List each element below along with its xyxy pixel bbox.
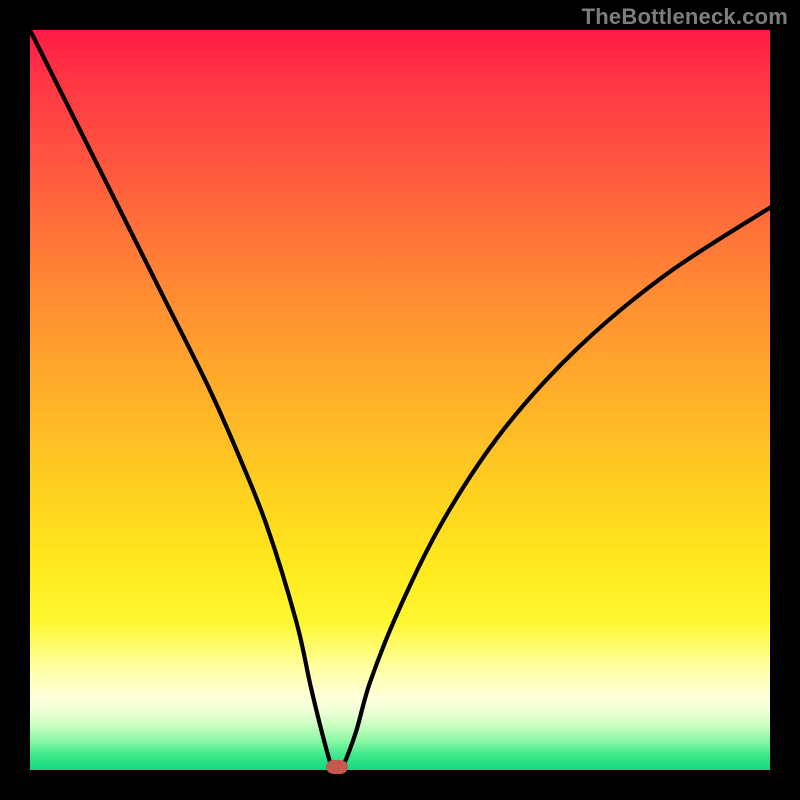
bottleneck-curve — [30, 30, 770, 770]
outer-frame: TheBottleneck.com — [0, 0, 800, 800]
plot-area — [30, 30, 770, 770]
watermark-text: TheBottleneck.com — [582, 4, 788, 30]
minimum-marker — [326, 760, 348, 774]
